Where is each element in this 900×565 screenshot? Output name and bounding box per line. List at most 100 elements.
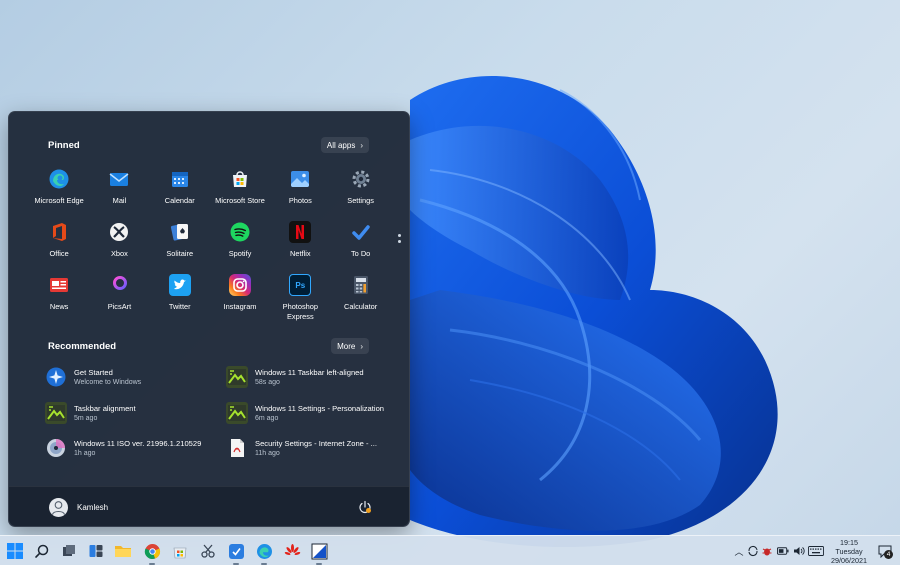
taskbar-app-settings[interactable] bbox=[226, 541, 246, 565]
pinned-app-spotify[interactable]: Spotify bbox=[210, 217, 270, 270]
all-apps-button[interactable]: All apps › bbox=[320, 137, 369, 153]
taskbar-app-paint[interactable] bbox=[309, 541, 329, 565]
pinned-app-photos[interactable]: Photos bbox=[270, 164, 330, 217]
windows-logo-icon bbox=[7, 543, 23, 559]
xbox-icon bbox=[108, 221, 130, 243]
instagram-icon bbox=[229, 274, 252, 296]
recommended-item-subtitle: 1h ago bbox=[74, 450, 96, 457]
start-menu: Pinned All apps › Microsoft Edge Mail Ca… bbox=[8, 111, 410, 527]
huawei-icon bbox=[284, 543, 300, 555]
taskbar-app-huawei[interactable] bbox=[282, 541, 302, 561]
taskbar-app-store[interactable] bbox=[170, 541, 190, 561]
taskbar-app-edge[interactable] bbox=[254, 541, 274, 565]
search-icon bbox=[35, 544, 49, 558]
pinned-app-picsart[interactable]: PicsArt bbox=[89, 270, 149, 323]
taskbar: ︿ 19:15 Tuesday 29/06/2021 4 bbox=[0, 535, 900, 565]
gear-icon bbox=[350, 168, 372, 190]
taskbar-search-button[interactable] bbox=[32, 541, 52, 561]
chevron-right-icon: › bbox=[360, 140, 363, 150]
pinned-app-edge[interactable]: Microsoft Edge bbox=[29, 164, 89, 217]
netflix-icon bbox=[289, 221, 312, 243]
pinned-app-calendar[interactable]: Calendar bbox=[150, 164, 210, 217]
taskbar-app-snipping[interactable] bbox=[198, 541, 218, 561]
pinned-app-mail[interactable]: Mail bbox=[89, 164, 149, 217]
recommended-item-title: Get Started bbox=[74, 368, 113, 377]
avatar[interactable] bbox=[49, 498, 68, 517]
office-icon bbox=[48, 221, 70, 243]
widgets-button[interactable] bbox=[86, 541, 106, 561]
recommended-item-subtitle: 6m ago bbox=[255, 414, 279, 422]
recommended-item-subtitle: 11h ago bbox=[255, 450, 280, 457]
edge-icon bbox=[48, 168, 70, 190]
photoshop-icon: Ps bbox=[289, 274, 312, 296]
pinned-page-indicator[interactable] bbox=[398, 234, 401, 246]
pinned-app-xbox[interactable]: Xbox bbox=[89, 217, 149, 270]
recommended-item[interactable]: Taskbar alignment 5m ago bbox=[45, 401, 226, 438]
all-apps-label: All apps bbox=[326, 140, 356, 150]
pinned-app-twitter[interactable]: Twitter bbox=[150, 270, 210, 323]
pinned-app-netflix[interactable]: Netflix bbox=[270, 217, 330, 270]
widgets-icon bbox=[89, 545, 103, 557]
pinned-app-label: To Do bbox=[350, 249, 371, 258]
recommended-item-subtitle: 5m ago bbox=[74, 414, 98, 422]
battery-indicator[interactable] bbox=[777, 545, 789, 557]
recommended-item[interactable]: Security Settings - Internet Zone - ... … bbox=[226, 437, 395, 473]
recommended-item[interactable]: Windows 11 Taskbar left-aligned 58s ago bbox=[226, 366, 395, 402]
recommended-item-title: Taskbar alignment bbox=[74, 403, 136, 413]
disc-image-icon bbox=[45, 437, 67, 459]
chevron-up-icon: ︿ bbox=[734, 546, 744, 557]
recommended-item-title: Windows 11 Settings - Personalization bbox=[255, 403, 385, 413]
notification-count-badge: 4 bbox=[884, 550, 893, 559]
pinned-title: Pinned bbox=[48, 140, 80, 151]
pinned-app-label: Settings bbox=[347, 196, 374, 205]
start-button[interactable] bbox=[5, 541, 25, 561]
pinned-app-instagram[interactable]: Instagram bbox=[210, 270, 270, 323]
power-icon bbox=[359, 500, 371, 514]
get-started-icon bbox=[45, 366, 67, 388]
pinned-apps-grid: Microsoft Edge Mail Calendar Microsoft S… bbox=[29, 164, 391, 323]
show-hidden-icons-button[interactable]: ︿ bbox=[733, 545, 745, 557]
start-menu-footer: Kamlesh bbox=[9, 486, 409, 526]
clock-time: 19:15 bbox=[840, 538, 858, 547]
pinned-app-label: Calendar bbox=[164, 196, 195, 205]
pinned-app-news[interactable]: News bbox=[29, 270, 89, 323]
pinned-app-solitaire[interactable]: Solitaire bbox=[150, 217, 210, 270]
pinned-app-label: Instagram bbox=[223, 302, 257, 311]
pinned-app-settings[interactable]: Settings bbox=[330, 164, 390, 217]
clock-day: Tuesday bbox=[835, 547, 863, 556]
pinned-app-office[interactable]: Office bbox=[29, 217, 89, 270]
task-view-icon bbox=[63, 545, 75, 556]
pinned-app-label: Photos bbox=[288, 196, 312, 205]
clock-date: 29/06/2021 bbox=[831, 556, 867, 565]
task-view-button[interactable] bbox=[59, 541, 79, 561]
chevron-right-icon: › bbox=[360, 341, 363, 351]
recommended-item[interactable]: Windows 11 ISO ver. 21996.1.210529 1h ag… bbox=[45, 437, 226, 473]
chrome-icon bbox=[144, 543, 160, 559]
twitter-icon bbox=[168, 274, 191, 296]
taskbar-app-file-explorer[interactable] bbox=[113, 541, 133, 561]
pinned-app-label: Xbox bbox=[111, 249, 128, 258]
volume-control[interactable] bbox=[793, 545, 805, 557]
notification-center-button[interactable]: 4 bbox=[878, 545, 893, 563]
pinned-app-label: Microsoft Edge bbox=[34, 196, 84, 205]
pinned-app-calculator[interactable]: Calculator bbox=[330, 270, 390, 323]
more-button[interactable]: More › bbox=[331, 338, 369, 354]
pinned-app-label: Microsoft Store bbox=[215, 196, 265, 205]
taskbar-clock[interactable]: 19:15 Tuesday 29/06/2021 bbox=[822, 538, 876, 565]
page-dot bbox=[398, 234, 401, 237]
speaker-icon bbox=[794, 547, 805, 555]
calculator-icon bbox=[350, 274, 372, 296]
pinned-header: Pinned All apps › bbox=[9, 137, 409, 157]
taskbar-app-chrome[interactable] bbox=[142, 541, 162, 565]
pinned-app-microsoft-store[interactable]: Microsoft Store bbox=[210, 164, 270, 217]
pinned-app-photoshop-express[interactable]: Ps Photoshop Express bbox=[270, 270, 330, 323]
recommended-item[interactable]: Windows 11 Settings - Personalization 6m… bbox=[226, 401, 395, 438]
power-button[interactable] bbox=[357, 499, 373, 515]
recommended-item[interactable]: Get Started Welcome to Windows bbox=[45, 366, 226, 402]
user-name[interactable]: Kamlesh bbox=[77, 503, 108, 512]
recommended-title: Recommended bbox=[48, 341, 117, 352]
tray-sync-icon[interactable] bbox=[747, 545, 759, 557]
tray-antivirus-icon[interactable] bbox=[761, 545, 773, 557]
pinned-app-to-do[interactable]: To Do bbox=[330, 217, 390, 270]
spotify-icon bbox=[229, 221, 251, 243]
